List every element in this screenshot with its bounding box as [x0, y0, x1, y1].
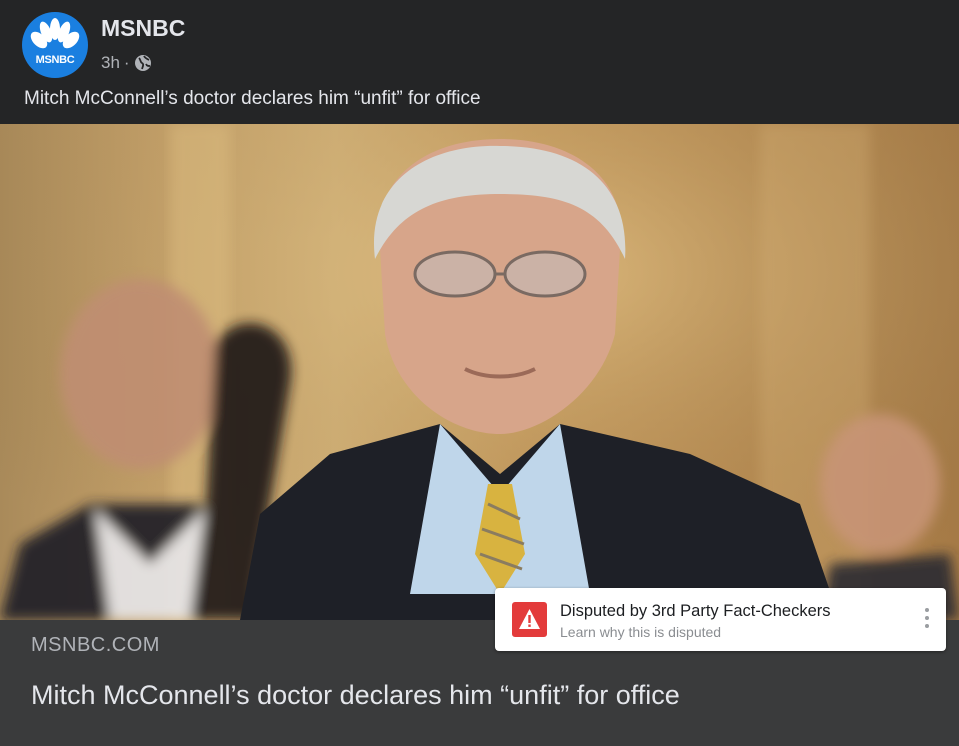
link-title[interactable]: Mitch McConnell’s doctor declares him “u… [31, 680, 680, 711]
photo-illustration [0, 124, 959, 620]
dispute-learn-link[interactable]: Learn why this is disputed [560, 624, 721, 640]
globe-icon[interactable] [134, 54, 152, 72]
timestamp[interactable]: 3h [101, 53, 120, 73]
post-text: Mitch McConnell’s doctor declares him “u… [24, 88, 481, 109]
link-domain: MSNBC.COM [31, 634, 160, 656]
article-photo[interactable] [0, 124, 959, 620]
peacock-logo-icon [30, 18, 80, 49]
avatar-label: MSNBC [35, 54, 75, 66]
meta-separator: · [123, 53, 130, 72]
page-name[interactable]: MSNBC [101, 15, 185, 42]
dispute-notice[interactable]: Disputed by 3rd Party Fact-Checkers Lear… [495, 588, 946, 651]
dispute-title: Disputed by 3rd Party Fact-Checkers [560, 602, 831, 620]
more-options-icon[interactable] [923, 608, 931, 632]
page-avatar[interactable]: MSNBC [22, 12, 88, 78]
post-meta: 3h · [101, 53, 152, 73]
post-header: MSNBC MSNBC 3h · Mitch McConnell’s docto… [0, 0, 959, 124]
warning-icon [512, 602, 547, 637]
